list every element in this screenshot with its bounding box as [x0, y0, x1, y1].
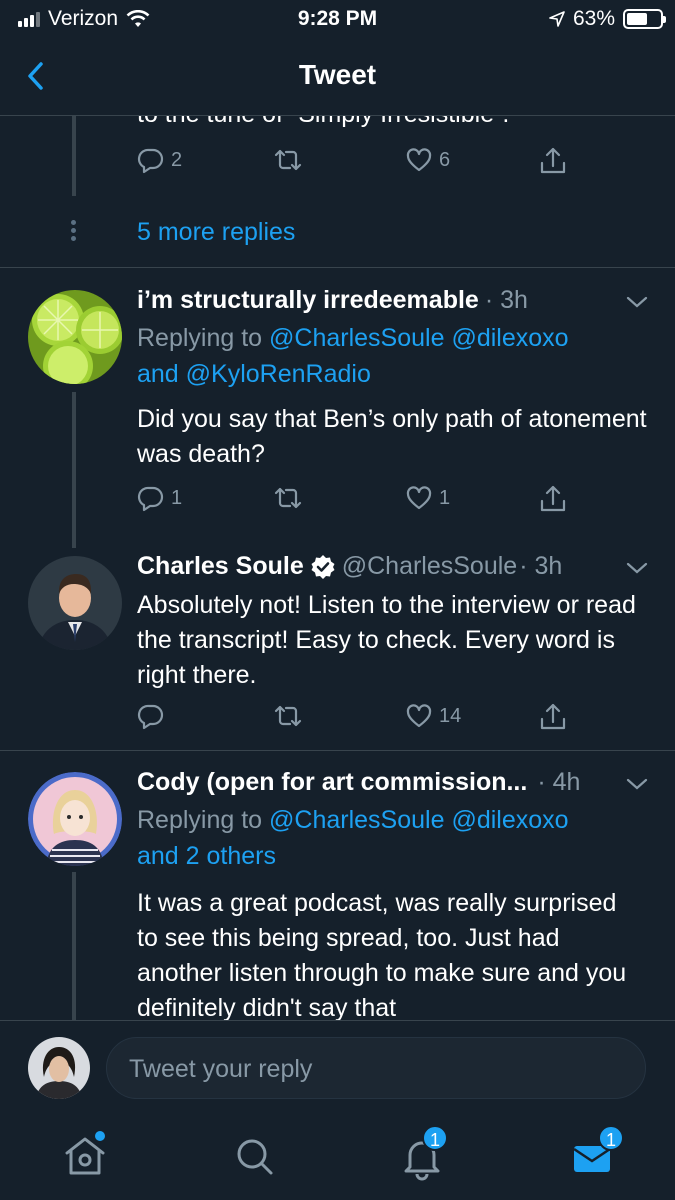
- status-right: 63%: [549, 7, 666, 31]
- avatar[interactable]: [28, 772, 122, 866]
- share-icon: [540, 703, 566, 730]
- retweet-button[interactable]: [273, 146, 303, 174]
- mention-link[interactable]: @CharlesSoule @dilexoxo: [269, 324, 569, 352]
- like-button[interactable]: 1: [405, 484, 450, 512]
- like-button[interactable]: 6: [405, 146, 450, 174]
- my-avatar-image: [28, 1037, 90, 1099]
- reply-timeline[interactable]: to the tune of “Simply Irresistible”. 2 …: [0, 116, 675, 1020]
- retweet-icon: [274, 705, 302, 727]
- tweet-time: · 4h: [537, 768, 581, 796]
- heart-icon: [406, 486, 432, 510]
- tweet-text: It was a great podcast, was really surpr…: [137, 889, 627, 1020]
- share-button[interactable]: [539, 484, 567, 514]
- messages-badge: 1: [598, 1125, 624, 1151]
- status-bar: Verizon 9:28 PM 63%: [0, 0, 675, 40]
- retweet-button[interactable]: [273, 702, 303, 730]
- chevron-down-icon[interactable]: [625, 294, 649, 310]
- more-replies-link[interactable]: 5 more replies: [137, 218, 295, 247]
- heart-icon: [406, 704, 432, 728]
- share-icon: [540, 147, 566, 174]
- retweet-icon: [274, 149, 302, 171]
- replying-to: Replying to @CharlesSoule @dilexoxo and …: [137, 802, 637, 874]
- reply-icon: [137, 148, 164, 174]
- tweet-actions: 2 6: [137, 146, 577, 180]
- illustrated-avatar-image: [28, 772, 122, 866]
- mention-link[interactable]: and 2 others: [137, 842, 276, 870]
- replying-prefix: Replying to: [137, 806, 263, 834]
- tab-home[interactable]: [57, 1129, 113, 1185]
- user-handle[interactable]: @CharlesSoule: [342, 552, 517, 581]
- reply-icon: [137, 704, 164, 730]
- my-avatar: [28, 1037, 90, 1099]
- more-replies-dots: [71, 220, 77, 244]
- tweet-actions: 1 1: [137, 484, 577, 518]
- person-avatar-image: [28, 556, 122, 650]
- avatar[interactable]: [28, 290, 122, 384]
- tab-search[interactable]: [226, 1129, 282, 1185]
- divider: [0, 750, 675, 751]
- avatar[interactable]: [28, 556, 122, 650]
- retweet-icon: [274, 487, 302, 509]
- thread-line: [72, 872, 76, 1020]
- tweet-text: Absolutely not! Listen to the interview …: [137, 591, 636, 689]
- reply-count: 1: [171, 486, 183, 509]
- tweet-header: Cody (open for art commission... · 4h: [137, 768, 580, 797]
- battery-fill: [627, 13, 648, 25]
- thread-line: [72, 392, 76, 548]
- mention-link[interactable]: and @KyloRenRadio: [137, 360, 371, 388]
- tweet-text-cut: to the tune of “Simply Irresistible”.: [137, 116, 509, 129]
- reply-count: 2: [171, 148, 183, 171]
- retweet-button[interactable]: [273, 484, 303, 512]
- display-name[interactable]: Cody (open for art commission...: [137, 768, 527, 797]
- chevron-down-icon[interactable]: [625, 776, 649, 792]
- reply-button[interactable]: 2: [137, 146, 182, 174]
- share-button[interactable]: [539, 702, 567, 732]
- replying-prefix: Replying to: [137, 324, 263, 352]
- home-dot-badge: [95, 1131, 105, 1141]
- display-name[interactable]: i’m structurally irredeemable: [137, 286, 479, 315]
- search-icon: [237, 1139, 273, 1175]
- tweet-text: Did you say that Ben’s only path of aton…: [137, 405, 647, 468]
- reply-icon: [137, 486, 164, 512]
- reply-bar: Tweet your reply: [0, 1020, 675, 1115]
- reply-button[interactable]: [137, 702, 171, 730]
- verified-badge-icon: [311, 554, 335, 579]
- like-count: 14: [439, 704, 462, 727]
- notifications-badge: 1: [422, 1125, 448, 1151]
- thread-line: [72, 116, 76, 196]
- tab-messages[interactable]: 1: [564, 1125, 624, 1185]
- tweet-actions: 14: [137, 702, 577, 736]
- reply-input[interactable]: Tweet your reply: [106, 1037, 646, 1099]
- tab-bar: 1 1: [0, 1115, 675, 1200]
- reply-button[interactable]: 1: [137, 484, 182, 512]
- mention-link[interactable]: @CharlesSoule @dilexoxo: [269, 806, 569, 834]
- like-button[interactable]: 14: [405, 702, 461, 730]
- like-count: 6: [439, 148, 451, 171]
- nav-header: Tweet: [0, 40, 675, 116]
- tweet-time: · 3h: [484, 286, 528, 314]
- tweet-header: i’m structurally irredeemable · 3h: [137, 286, 528, 315]
- like-count: 1: [439, 486, 451, 509]
- chevron-down-icon[interactable]: [625, 560, 649, 576]
- heart-icon: [406, 148, 432, 172]
- display-name[interactable]: Charles Soule: [137, 552, 304, 581]
- battery-icon: [623, 9, 666, 29]
- location-icon: [549, 11, 565, 27]
- page-title: Tweet: [298, 59, 377, 90]
- tweet-header: Charles Soule @CharlesSoule · 3h: [137, 552, 562, 581]
- share-icon: [540, 485, 566, 512]
- tweet-time: · 3h: [519, 552, 563, 580]
- lime-avatar-image: [28, 290, 122, 384]
- replying-to: Replying to @CharlesSoule @dilexoxo and …: [137, 320, 637, 392]
- divider: [0, 267, 675, 268]
- tab-notifications[interactable]: 1: [394, 1125, 450, 1185]
- share-button[interactable]: [539, 146, 567, 176]
- battery-percent: 63%: [572, 7, 615, 30]
